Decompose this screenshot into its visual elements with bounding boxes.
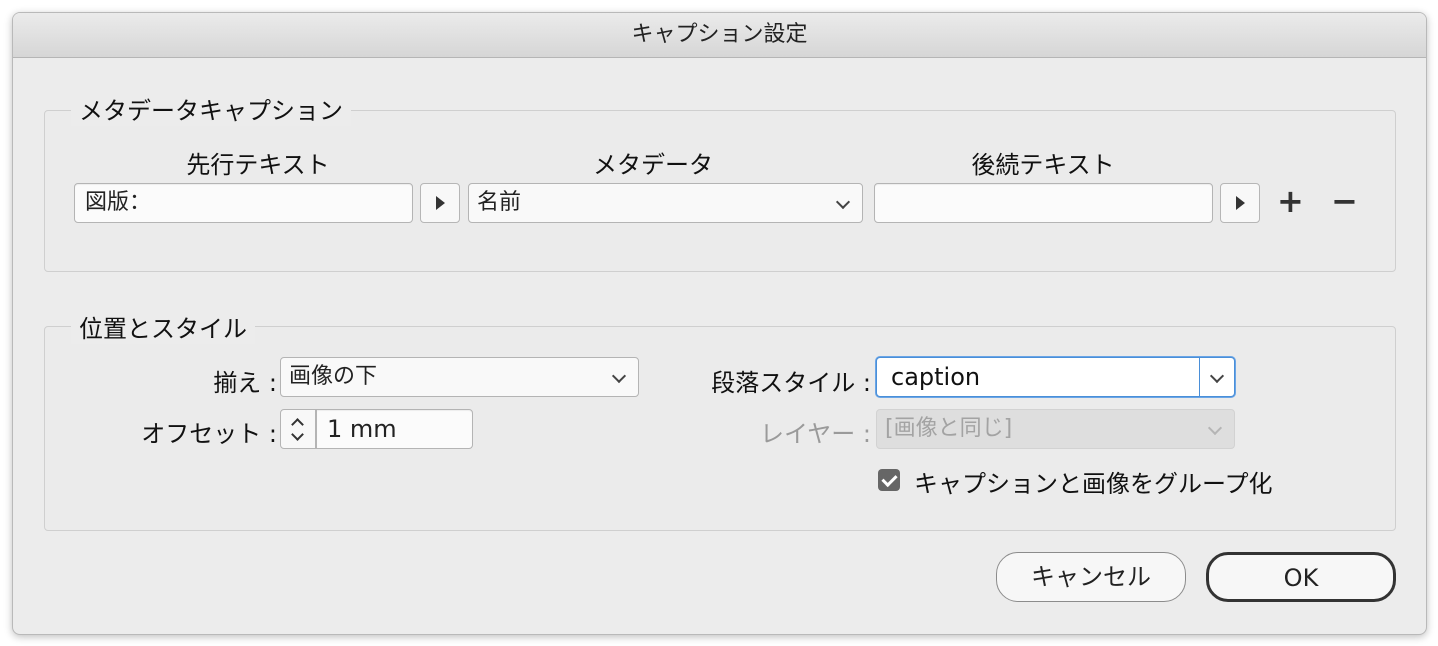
play-arrow-icon [1235, 196, 1245, 210]
offset-label: オフセット : [141, 420, 277, 448]
remove-row-button[interactable]: − [1331, 181, 1358, 221]
metadata-column-header: メタデータ [593, 151, 713, 179]
metadata-caption-group-label: メタデータキャプション [71, 91, 351, 126]
align-label: 揃え : [213, 369, 277, 397]
ok-button[interactable]: OK [1206, 552, 1396, 602]
chevron-down-icon [611, 368, 627, 384]
leading-text-field[interactable]: 図版： [74, 183, 413, 223]
paragraph-style-label: 段落スタイル : [711, 369, 871, 397]
trailing-text-special-char-button[interactable] [1220, 183, 1260, 223]
trailing-text-column-header: 後続テキスト [971, 151, 1115, 179]
paragraph-style-value: caption [891, 363, 981, 391]
chevron-down-icon [835, 194, 851, 210]
select-divider [1199, 358, 1200, 396]
layer-label: レイヤー : [760, 420, 871, 448]
layer-select-value: [画像と同じ] [885, 416, 1013, 441]
metadata-select-value: 名前 [477, 190, 522, 215]
checkmark-icon [881, 470, 898, 488]
metadata-select[interactable]: 名前 [468, 183, 863, 223]
align-select[interactable]: 画像の下 [280, 357, 639, 397]
cancel-button[interactable]: キャンセル [996, 552, 1186, 602]
offset-input[interactable]: 1 mm [316, 409, 473, 449]
add-row-button[interactable]: + [1277, 181, 1304, 221]
play-arrow-icon [435, 196, 445, 210]
offset-stepper[interactable] [280, 409, 316, 449]
group-caption-checkbox-label[interactable]: キャプションと画像をグループ化 [914, 464, 1273, 499]
layer-select: [画像と同じ] [876, 409, 1235, 449]
chevron-down-icon [1209, 368, 1225, 384]
group-caption-checkbox[interactable] [878, 469, 900, 491]
leading-text-column-header: 先行テキスト [186, 151, 330, 179]
chevron-down-icon[interactable] [291, 428, 304, 441]
leading-text-special-char-button[interactable] [420, 183, 460, 223]
trailing-text-field[interactable] [874, 183, 1213, 223]
dialog-title: キャプション設定 [13, 13, 1426, 58]
paragraph-style-select[interactable]: caption [876, 357, 1235, 397]
position-style-group-label: 位置とスタイル [71, 309, 255, 344]
align-select-value: 画像の下 [289, 364, 378, 389]
chevron-down-icon [1207, 420, 1223, 436]
caption-settings-dialog: キャプション設定 メタデータキャプション 先行テキスト メタデータ 後続テキスト… [12, 12, 1427, 635]
